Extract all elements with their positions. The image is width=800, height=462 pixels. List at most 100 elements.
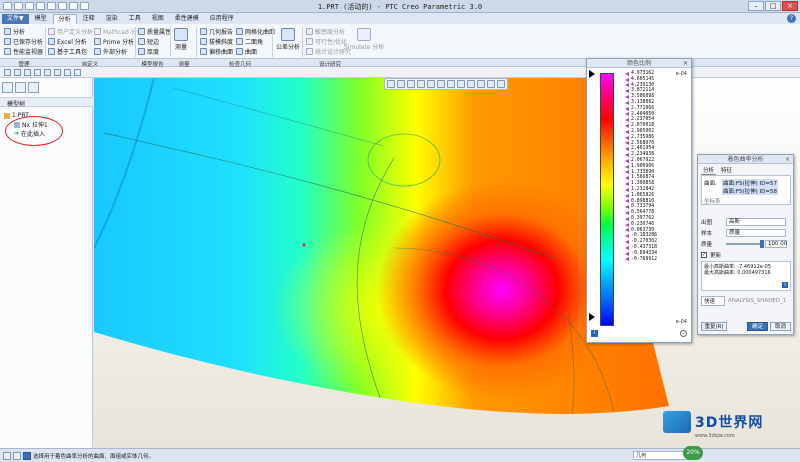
- cancel-button[interactable]: 取消: [770, 322, 791, 331]
- analysis-name-field[interactable]: ANALYSIS_SHADED_1: [728, 298, 786, 304]
- thickness-button[interactable]: 厚度: [138, 47, 159, 56]
- zoom-out-icon[interactable]: [407, 80, 415, 88]
- group-manage[interactable]: 管理: [4, 60, 44, 68]
- sample-select[interactable]: 质量: [726, 229, 786, 237]
- surface-reference[interactable]: 曲面:F5(拉伸) ID=58: [722, 187, 779, 195]
- scale-marker-icon[interactable]: [625, 170, 629, 175]
- scale-marker-icon[interactable]: [625, 124, 629, 129]
- close-button[interactable]: ×: [782, 1, 798, 11]
- quality-slider-thumb[interactable]: [760, 240, 764, 248]
- redo-icon[interactable]: [44, 69, 51, 76]
- undo-icon[interactable]: [34, 69, 41, 76]
- performance-monitor-button[interactable]: 性能监视器: [4, 47, 43, 56]
- display-style-icon[interactable]: [427, 80, 435, 88]
- scale-max-arrow-icon[interactable]: [589, 70, 595, 78]
- mesh-surface-button[interactable]: 网格化曲面: [236, 27, 275, 36]
- surface-reference[interactable]: 曲面:F5(拉伸) ID=57: [722, 179, 779, 187]
- group-measure[interactable]: 测量: [172, 60, 196, 68]
- scale-marker-icon[interactable]: [625, 118, 629, 123]
- scale-marker-icon[interactable]: [625, 205, 629, 210]
- group-design-study[interactable]: 设计研究: [300, 60, 360, 68]
- simulate-analysis-button[interactable]: Simulate 分析: [344, 28, 384, 51]
- close-icon[interactable]: ×: [785, 155, 790, 164]
- analysis-button[interactable]: 分析: [4, 27, 25, 36]
- repaint-icon[interactable]: [417, 80, 425, 88]
- output-select[interactable]: 高斯: [726, 218, 786, 226]
- group-model-report[interactable]: 模型报告: [130, 60, 175, 68]
- external-analysis-button[interactable]: 外部分析: [94, 47, 127, 56]
- windows-icon[interactable]: [64, 69, 71, 76]
- scale-marker-icon[interactable]: [625, 141, 629, 146]
- scale-marker-icon[interactable]: [625, 211, 629, 216]
- open-file-icon[interactable]: [14, 69, 21, 76]
- scale-marker-icon[interactable]: [625, 257, 629, 262]
- scale-marker-icon[interactable]: [625, 95, 629, 100]
- scale-min-arrow-icon[interactable]: [589, 313, 595, 321]
- tab-applications[interactable]: 应用程序: [205, 14, 239, 24]
- graphics-viewport[interactable]: [94, 78, 800, 448]
- geometry-report-button[interactable]: 几何报告: [200, 27, 233, 36]
- prime-analysis-button[interactable]: Prime 分析: [94, 37, 134, 46]
- scale-marker-icon[interactable]: [625, 89, 629, 94]
- saved-mode-select[interactable]: 快速: [701, 296, 725, 306]
- scale-marker-icon[interactable]: [625, 77, 629, 82]
- close-icon[interactable]: ×: [683, 59, 688, 68]
- scale-marker-icon[interactable]: [625, 153, 629, 158]
- perspective-icon[interactable]: [457, 80, 465, 88]
- tolerance-analysis-button[interactable]: 公差分析: [276, 28, 300, 51]
- scale-marker-icon[interactable]: [625, 164, 629, 169]
- group-inspect-geometry[interactable]: 检查几何: [210, 60, 270, 68]
- update-checkbox[interactable]: ✓: [701, 252, 707, 258]
- scale-marker-icon[interactable]: [625, 71, 629, 76]
- spin-center-icon[interactable]: [487, 80, 495, 88]
- info-icon[interactable]: i: [782, 282, 788, 288]
- folder-browser-tab-icon[interactable]: [15, 82, 26, 93]
- render-icon[interactable]: [497, 80, 505, 88]
- repeat-button[interactable]: 重复(R): [701, 322, 727, 331]
- regenerate-icon[interactable]: [54, 69, 61, 76]
- scale-marker-icon[interactable]: [625, 234, 629, 239]
- expand-icon[interactable]: ⌄: [680, 330, 687, 337]
- tab-analysis[interactable]: 分析: [701, 166, 717, 175]
- refit-icon[interactable]: [387, 80, 395, 88]
- ok-button[interactable]: 确定: [747, 322, 768, 331]
- scale-marker-icon[interactable]: [625, 193, 629, 198]
- scale-marker-icon[interactable]: [625, 228, 629, 233]
- close-icon[interactable]: [74, 69, 81, 76]
- toolkit-analysis-button[interactable]: 基于工具包: [48, 47, 87, 56]
- scale-marker-icon[interactable]: [625, 135, 629, 140]
- new-file-icon[interactable]: [4, 69, 11, 76]
- view-manager-icon[interactable]: [447, 80, 455, 88]
- scale-marker-icon[interactable]: [625, 245, 629, 250]
- show-navigator-icon[interactable]: [3, 452, 11, 460]
- model-tree-tab-icon[interactable]: [2, 82, 13, 93]
- scale-marker-icon[interactable]: [625, 106, 629, 111]
- scale-marker-icon[interactable]: [625, 187, 629, 192]
- tab-render[interactable]: 渲染: [101, 14, 123, 24]
- scale-marker-icon[interactable]: [625, 251, 629, 256]
- scale-marker-icon[interactable]: [625, 100, 629, 105]
- tab-annotate[interactable]: 注释: [78, 14, 100, 24]
- tab-model[interactable]: 模型: [30, 14, 52, 24]
- user-defined-analysis-button[interactable]: 用户定义分析: [48, 27, 93, 36]
- minimize-button[interactable]: –: [748, 1, 764, 11]
- sensitivity-analysis-button[interactable]: 敏感度分析: [306, 27, 345, 36]
- surface-selection-box[interactable]: 曲面: 曲面:F5(拉伸) ID=57 曲面:F5(拉伸) ID=58 坐标系: [701, 175, 791, 205]
- scale-marker-icon[interactable]: [625, 158, 629, 163]
- scale-marker-icon[interactable]: [625, 222, 629, 227]
- short-edge-button[interactable]: 短边: [138, 37, 159, 46]
- maximize-button[interactable]: □: [765, 1, 781, 11]
- scale-marker-icon[interactable]: [625, 182, 629, 187]
- tab-analysis[interactable]: 分析: [52, 14, 77, 24]
- quality-slider[interactable]: [726, 240, 764, 248]
- show-browser-icon[interactable]: [13, 452, 21, 460]
- mass-properties-button[interactable]: 质量属性: [138, 27, 171, 36]
- tab-flexible-modeling[interactable]: 柔性建模: [170, 14, 204, 24]
- excel-analysis-button[interactable]: Excel 分析: [48, 37, 87, 46]
- saved-orientations-icon[interactable]: [437, 80, 445, 88]
- draft-button[interactable]: 拔模斜度: [200, 37, 233, 46]
- scale-marker-icon[interactable]: [625, 216, 629, 221]
- group-custom[interactable]: 自定义: [60, 60, 120, 68]
- offset-surface-button[interactable]: 偏移曲面: [200, 47, 233, 56]
- feasibility-button[interactable]: 可行性/优化: [306, 37, 347, 46]
